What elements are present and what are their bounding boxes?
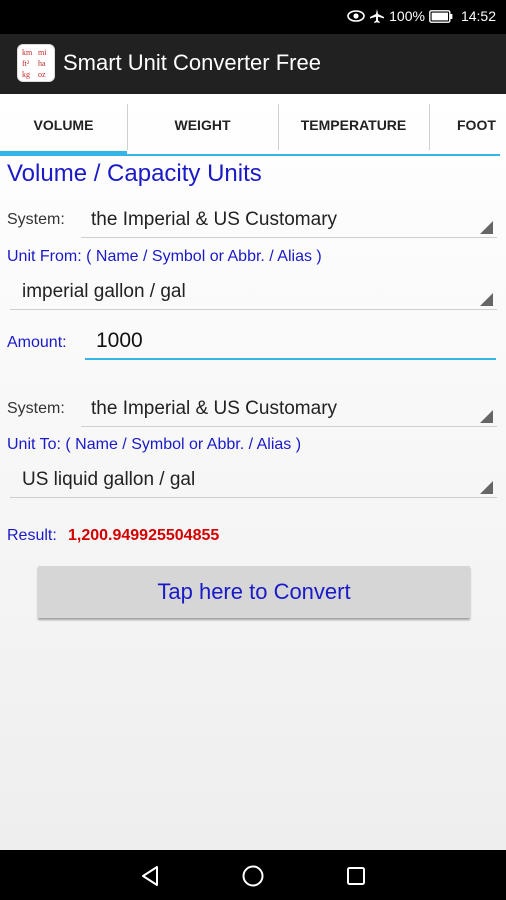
tab-weight[interactable]: WEIGHT (127, 94, 278, 156)
unit-from-value: imperial gallon / gal (22, 281, 186, 302)
tab-indicator (429, 154, 500, 156)
to-system-label: System: (7, 400, 65, 417)
result-label: Result: (7, 527, 57, 544)
section-title: Volume / Capacity Units (7, 160, 262, 187)
from-system-dropdown[interactable]: the Imperial & US Customary (81, 204, 497, 238)
unit-from-label: Unit From: ( Name / Symbol or Abbr. / Al… (7, 248, 322, 265)
tab-label: WEIGHT (174, 117, 231, 133)
status-icons: 100% 14:52 (347, 8, 496, 24)
category-tabs: VOLUME WEIGHT TEMPERATURE FOOT (0, 94, 506, 156)
tab-label: TEMPERATURE (300, 117, 407, 133)
recents-icon[interactable] (342, 862, 370, 890)
convert-button[interactable]: Tap here to Convert (38, 566, 470, 618)
back-icon[interactable] (137, 862, 165, 890)
dropdown-arrow-icon (480, 481, 493, 494)
to-system-dropdown[interactable]: the Imperial & US Customary (81, 393, 497, 427)
tab-indicator (278, 154, 429, 156)
amount-input[interactable] (85, 324, 496, 360)
battery-icon (429, 9, 453, 23)
dropdown-arrow-icon (480, 410, 493, 423)
converter-content: VOLUME WEIGHT TEMPERATURE FOOT Volume / … (0, 94, 506, 850)
unit-from-dropdown[interactable]: imperial gallon / gal (10, 276, 497, 310)
app-logo-icon: km mi ft² ha kg oz (17, 44, 55, 82)
to-system-value: the Imperial & US Customary (91, 398, 338, 419)
action-bar: km mi ft² ha kg oz Smart Unit Converter … (0, 34, 506, 94)
from-system-label: System: (7, 211, 65, 228)
tab-label: VOLUME (33, 117, 94, 133)
unit-to-value: US liquid gallon / gal (22, 469, 196, 490)
result-value: 1,200.949925504855 (68, 527, 220, 544)
from-system-value: the Imperial & US Customary (91, 209, 338, 230)
tab-volume[interactable]: VOLUME (0, 94, 127, 156)
tab-foot[interactable]: FOOT (429, 94, 506, 156)
battery-percent: 100% (389, 8, 425, 24)
dropdown-arrow-icon (480, 221, 493, 234)
app-title: Smart Unit Converter Free (63, 50, 321, 75)
tab-label: FOOT (457, 117, 496, 133)
tab-indicator (127, 154, 278, 156)
unit-to-dropdown[interactable]: US liquid gallon / gal (10, 464, 497, 498)
tab-divider (127, 104, 128, 150)
airplane-icon (369, 8, 385, 24)
home-icon[interactable] (239, 862, 267, 890)
eye-icon (347, 9, 365, 23)
navigation-bar (0, 850, 506, 900)
tab-temperature[interactable]: TEMPERATURE (278, 94, 429, 156)
clock: 14:52 (460, 8, 496, 24)
tab-divider (429, 104, 430, 150)
dropdown-arrow-icon (480, 293, 493, 306)
tab-divider (278, 104, 279, 150)
amount-label: Amount: (7, 334, 67, 351)
tab-indicator (0, 151, 127, 156)
unit-to-label: Unit To: ( Name / Symbol or Abbr. / Alia… (7, 436, 302, 453)
status-bar: 100% 14:52 (0, 0, 506, 34)
